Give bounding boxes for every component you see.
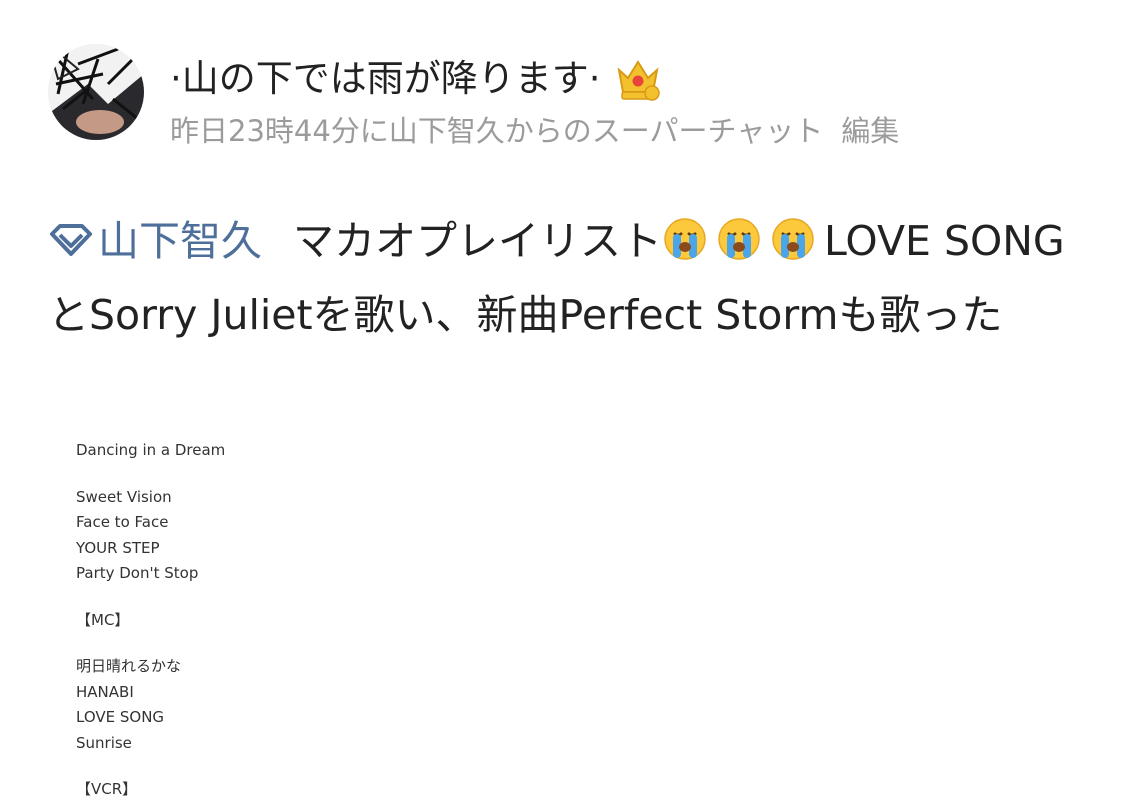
body-text-part1: マカオプレイリスト	[293, 217, 663, 265]
avatar-image	[48, 44, 144, 140]
emoji-group	[662, 217, 824, 265]
loudly-crying-face-icon	[662, 211, 708, 260]
setlist-item: LOVE SONG	[76, 708, 165, 726]
setlist-image[interactable]: Dancing in a Dream Sweet Vision Face to …	[0, 430, 1125, 810]
avatar[interactable]	[48, 44, 144, 140]
setlist-item: HANABI	[76, 682, 134, 701]
setlist-section-label: 【MC】	[76, 610, 130, 629]
setlist-item: 明日晴れるかな	[76, 657, 182, 675]
post-body: 山下智久 マカオプレイリスト LOVE SONGとSorry Julietを歌い、…	[48, 204, 1088, 352]
username[interactable]: ·山の下では雨が降ります·	[170, 56, 601, 102]
setlist-section-label: 【VCR】	[76, 780, 138, 798]
post-meta: 昨日23時44分に山下智久からのスーパーチャット 編集	[170, 112, 899, 150]
post-author[interactable]: ·山の下では雨が降ります·	[170, 56, 661, 102]
setlist-item: Sweet Vision	[76, 487, 172, 506]
diamond-tag-icon	[48, 207, 94, 256]
timestamp-text: 昨日23時44分に山下智久からのスーパーチャット	[170, 114, 824, 148]
tag-label[interactable]: 山下智久	[98, 217, 262, 265]
setlist-item: Sunrise	[76, 733, 132, 752]
setlist-content: Dancing in a Dream Sweet Vision Face to …	[76, 438, 225, 803]
crown-icon	[615, 56, 661, 102]
tag-link[interactable]: 山下智久	[48, 217, 275, 265]
loudly-crying-face-icon	[770, 211, 816, 260]
setlist-item: Face to Face	[76, 513, 169, 531]
loudly-crying-face-icon	[716, 211, 762, 260]
setlist-item: Dancing in a Dream	[76, 441, 226, 459]
edit-button[interactable]: 編集	[841, 114, 899, 148]
setlist-item: Party Don't Stop	[76, 564, 199, 582]
setlist-item: YOUR STEP	[76, 538, 160, 557]
